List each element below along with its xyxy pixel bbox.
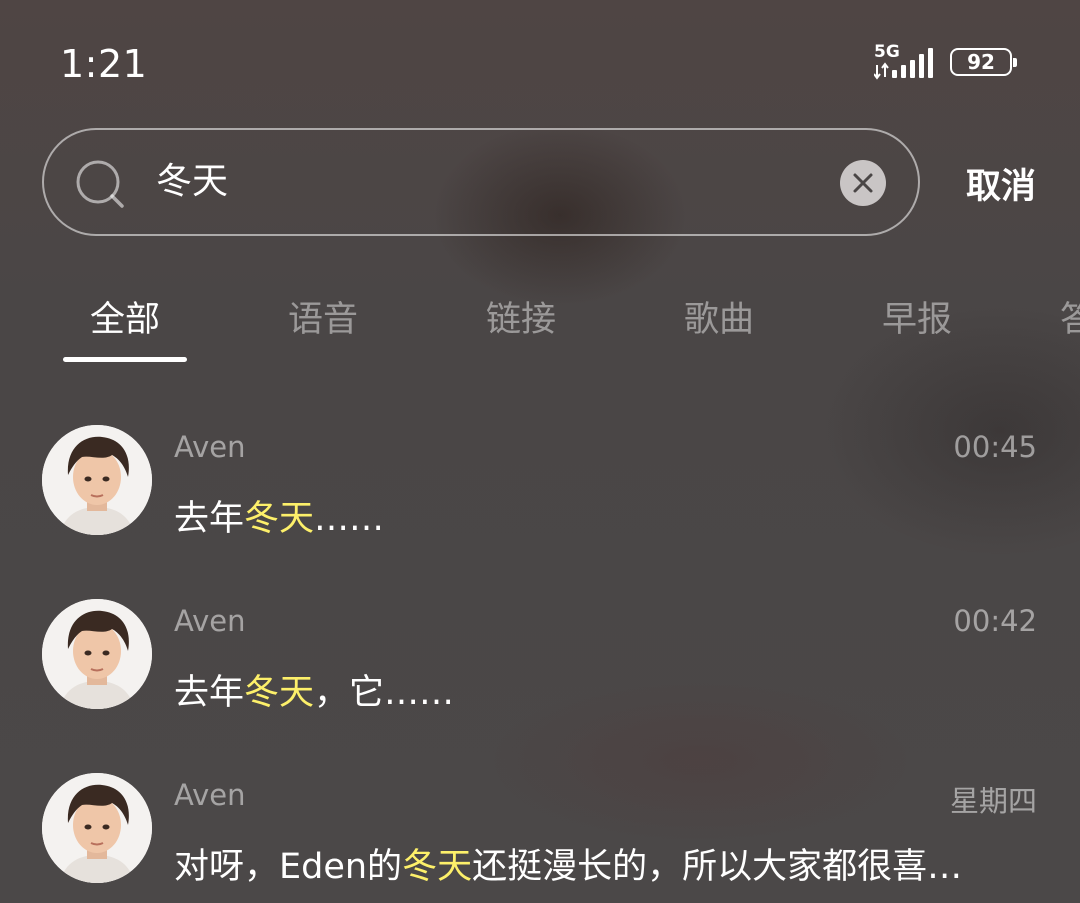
search-input[interactable]: 冬天 bbox=[156, 130, 228, 234]
search-highlight: 冬天 bbox=[402, 847, 473, 887]
search-icon bbox=[76, 160, 124, 208]
avatar-portrait-icon bbox=[42, 425, 152, 535]
avatar-portrait-icon bbox=[42, 773, 152, 883]
avatar bbox=[42, 425, 152, 535]
close-icon bbox=[853, 173, 873, 193]
result-time: 00:45 bbox=[953, 430, 1037, 464]
result-message: 去年冬天，它…… bbox=[174, 673, 455, 713]
status-time: 1:21 bbox=[60, 42, 148, 86]
active-tab-indicator bbox=[63, 357, 187, 362]
result-sender: Aven bbox=[174, 604, 246, 638]
tab-morning-news[interactable]: 早报 bbox=[882, 296, 952, 344]
battery-icon: 92 bbox=[950, 48, 1017, 76]
result-time: 00:42 bbox=[953, 604, 1037, 638]
clear-search-button[interactable] bbox=[840, 160, 886, 206]
result-time: 星期四 bbox=[949, 784, 1037, 818]
status-indicators: 5G 92 bbox=[874, 44, 1017, 80]
tab-voice[interactable]: 语音 bbox=[288, 296, 358, 344]
search-highlight: 冬天 bbox=[244, 499, 315, 539]
result-message: 对呀，Eden的冬天还挺漫长的，所以大家都很喜… bbox=[174, 847, 963, 887]
avatar bbox=[42, 773, 152, 883]
result-sender: Aven bbox=[174, 778, 246, 812]
battery-level: 92 bbox=[967, 50, 995, 74]
tab-answers[interactable]: 答 bbox=[1060, 296, 1080, 344]
avatar bbox=[42, 599, 152, 709]
result-sender: Aven bbox=[174, 430, 246, 464]
avatar-portrait-icon bbox=[42, 599, 152, 709]
cancel-button[interactable]: 取消 bbox=[966, 158, 1036, 209]
tab-all[interactable]: 全部 bbox=[90, 296, 160, 344]
cellular-signal-icon: 5G bbox=[874, 44, 938, 80]
tab-songs[interactable]: 歌曲 bbox=[684, 296, 754, 344]
search-highlight: 冬天 bbox=[244, 673, 315, 713]
search-page: 1:21 5G 92 冬天 取消 全部 语音 链接 歌曲 早报 答 Aven 0… bbox=[0, 0, 1080, 903]
tab-links[interactable]: 链接 bbox=[486, 296, 556, 344]
result-message: 去年冬天…… bbox=[174, 499, 385, 539]
search-bar[interactable]: 冬天 bbox=[42, 128, 920, 236]
